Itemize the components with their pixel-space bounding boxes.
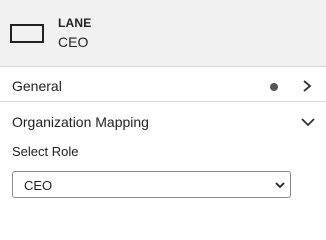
section-organization-mapping[interactable]: Organization Mapping	[0, 103, 326, 139]
rectangle-icon	[10, 24, 44, 43]
caret-down-icon	[275, 182, 285, 189]
select-role-dropdown[interactable]: CEO	[12, 171, 291, 198]
section-general[interactable]: General	[0, 68, 326, 102]
dot-icon	[270, 83, 278, 91]
header-subtitle: CEO	[58, 34, 89, 50]
properties-panel: LANE CEO General Organization Mapping Se…	[0, 0, 326, 222]
section-organization-mapping-label: Organization Mapping	[12, 114, 149, 130]
header-title: LANE	[58, 16, 92, 30]
section-general-label: General	[12, 78, 62, 94]
select-role-value: CEO	[24, 178, 53, 193]
panel-header: LANE CEO	[0, 0, 326, 67]
chevron-right-icon	[303, 80, 312, 92]
chevron-down-icon	[301, 118, 315, 127]
select-role-label: Select Role	[12, 144, 79, 159]
